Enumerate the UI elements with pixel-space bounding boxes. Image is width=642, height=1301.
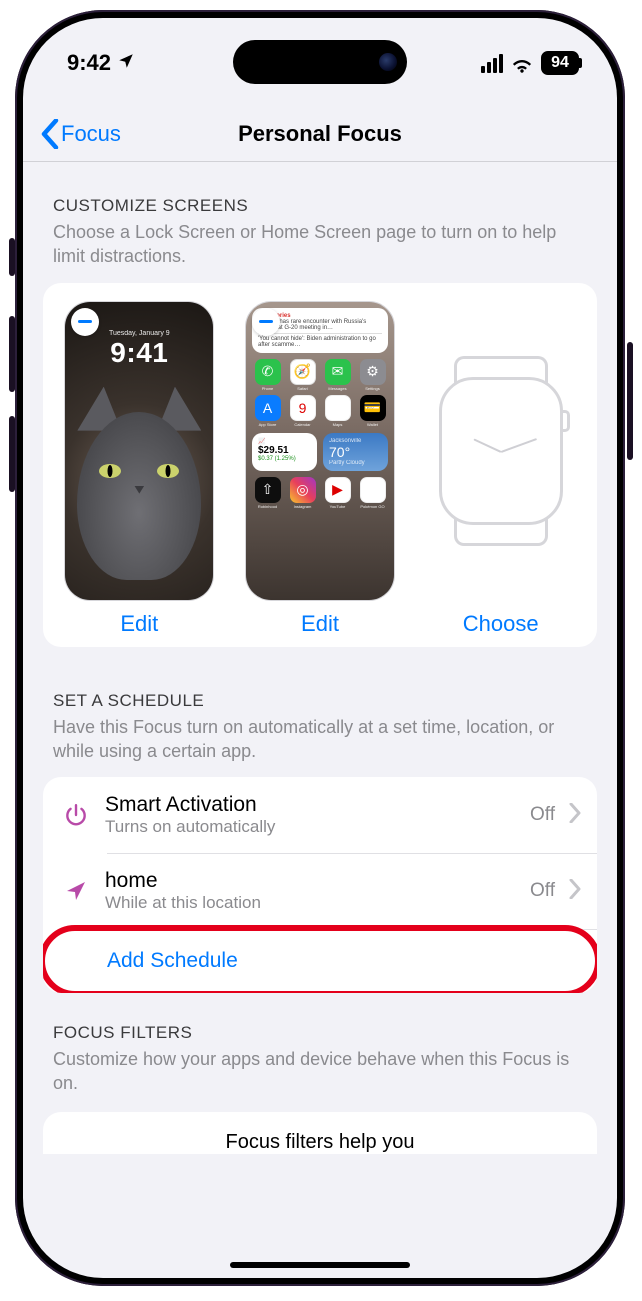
chevron-left-icon — [41, 119, 59, 149]
schedule-header: SET A SCHEDULE — [23, 647, 617, 715]
wifi-icon — [511, 54, 533, 72]
schedule-item-title: home — [105, 869, 516, 893]
power-button — [627, 342, 633, 460]
watch-choose-button[interactable]: Choose — [463, 607, 539, 637]
schedule-item-subtitle: While at this location — [105, 893, 516, 913]
customize-screens-desc: Choose a Lock Screen or Home Screen page… — [23, 220, 617, 279]
lock-screen-thumbnail[interactable]: Tuesday, January 9 9:41 — [64, 301, 214, 601]
chevron-right-icon — [569, 879, 581, 904]
status-time: 9:42 — [67, 50, 111, 76]
home-screen-edit-button[interactable]: Edit — [301, 607, 339, 637]
location-schedule-row[interactable]: home While at this location Off — [43, 853, 597, 929]
schedule-item-status: Off — [530, 804, 555, 826]
home-screen-thumbnail[interactable]: Top Stories Blinken has rare encounter w… — [245, 301, 395, 601]
lock-time: 9:41 — [65, 337, 213, 369]
status-bar: 9:42 94 — [23, 36, 617, 90]
schedule-item-title: Smart Activation — [105, 793, 516, 817]
remove-home-screen-button[interactable] — [252, 308, 280, 336]
location-arrow-icon — [61, 876, 91, 906]
schedule-desc: Have this Focus turn on automatically at… — [23, 715, 617, 774]
focus-filters-card[interactable]: Focus filters help you — [43, 1112, 597, 1154]
chevron-right-icon — [569, 803, 581, 828]
smart-activation-row[interactable]: Smart Activation Turns on automatically … — [43, 777, 597, 853]
schedule-item-subtitle: Turns on automatically — [105, 817, 516, 837]
schedule-item-status: Off — [530, 880, 555, 902]
focus-filters-header: FOCUS FILTERS — [23, 993, 617, 1047]
iphone-frame: 9:42 94 Focus Person — [15, 10, 625, 1286]
power-icon — [61, 800, 91, 830]
cat-wallpaper-illustration — [77, 412, 201, 580]
watch-face-thumbnail[interactable] — [426, 301, 576, 601]
focus-filters-peek-text: Focus filters help you — [226, 1131, 415, 1154]
weather-widget: Jacksonville 70° Partly Cloudy — [323, 433, 388, 471]
stocks-widget: 📈 $29.51 $0.37 (1.25%) — [252, 433, 317, 471]
home-indicator[interactable] — [230, 1262, 410, 1268]
customize-screens-card: Tuesday, January 9 9:41 Ed — [43, 283, 597, 647]
battery-icon: 94 — [541, 51, 579, 75]
customize-screens-header: CUSTOMIZE SCREENS — [23, 172, 617, 220]
add-schedule-button[interactable]: Add Schedule — [43, 929, 597, 993]
focus-filters-desc: Customize how your apps and device behav… — [23, 1047, 617, 1106]
cell-signal-icon — [481, 54, 503, 73]
scroll-content[interactable]: CUSTOMIZE SCREENS Choose a Lock Screen o… — [23, 162, 617, 1278]
nav-bar: Focus Personal Focus — [23, 106, 617, 162]
page-title: Personal Focus — [238, 121, 402, 147]
location-icon — [117, 50, 135, 76]
lock-screen-edit-button[interactable]: Edit — [120, 607, 158, 637]
add-schedule-label: Add Schedule — [107, 949, 238, 973]
remove-lock-screen-button[interactable] — [71, 308, 99, 336]
schedule-list: Smart Activation Turns on automatically … — [43, 777, 597, 993]
back-button[interactable]: Focus — [41, 119, 121, 149]
back-label: Focus — [61, 121, 121, 147]
